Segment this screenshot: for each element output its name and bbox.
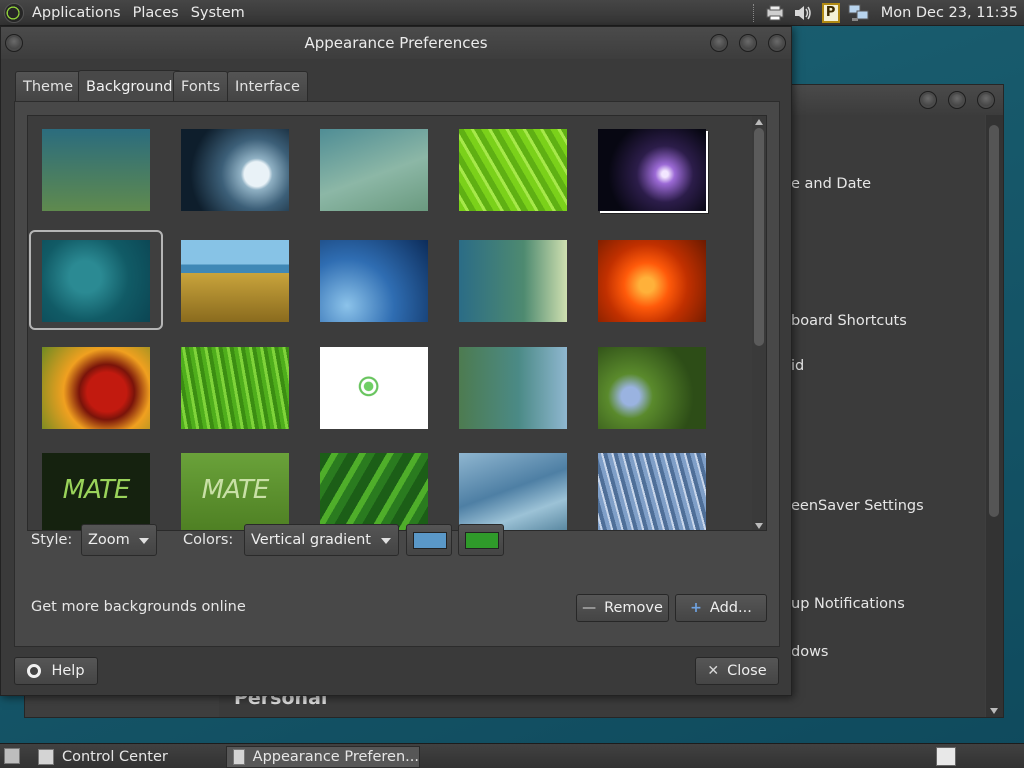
cc-item-popup-notifications[interactable]: up Notifications [791, 596, 905, 612]
wallpaper-orange-flower[interactable] [598, 240, 706, 322]
style-combo[interactable]: Zoom [81, 524, 157, 556]
wallpaper-soft-teal-waves[interactable] [320, 129, 428, 211]
primary-color-button[interactable] [406, 524, 452, 556]
task-appearance-label: Appearance Preferen... [252, 749, 419, 765]
wallpaper-teal-smoke[interactable] [42, 240, 150, 322]
tab-background[interactable]: Background [78, 70, 181, 102]
add-button[interactable]: + Add... [675, 594, 767, 622]
close-button-label: Close [727, 663, 767, 679]
workspace-switcher[interactable] [936, 747, 956, 766]
secondary-color-swatch [465, 532, 499, 549]
cc-item-keyboard-shortcuts[interactable]: board Shortcuts [791, 313, 907, 329]
colors-combo-value: Vertical gradient [251, 532, 371, 548]
style-label: Style: [31, 532, 73, 548]
add-button-label: Add... [709, 600, 752, 616]
wallpaper-grid-scrollbar-thumb[interactable] [754, 128, 764, 346]
primary-color-swatch [413, 532, 447, 549]
show-desktop-icon[interactable] [4, 748, 20, 764]
wallpaper-green-leaves-drops[interactable] [320, 453, 428, 530]
panel-end [1002, 744, 1024, 768]
colors-label: Colors: [183, 532, 234, 548]
cc-item-time-and-date[interactable]: e and Date [791, 176, 871, 192]
clock[interactable]: Mon Dec 23, 11:35 [873, 5, 1024, 21]
appearance-preferences-window: Appearance Preferences Theme Background … [0, 26, 792, 696]
remove-button-label: Remove [604, 600, 663, 616]
system-menu[interactable]: System [185, 0, 251, 26]
wallpaper-golden-grass[interactable] [181, 240, 289, 322]
wallpaper-comet-space[interactable] [598, 129, 706, 211]
help-button-label: Help [51, 663, 85, 679]
remove-button[interactable]: — Remove [576, 594, 669, 622]
appearance-titlebar[interactable]: Appearance Preferences [1, 27, 791, 59]
wallpaper-ladybug-flowers[interactable] [598, 347, 706, 429]
minimize-icon[interactable] [710, 34, 728, 52]
network-icon[interactable] [848, 3, 870, 23]
p-badge-glyph: P [821, 2, 840, 23]
window-title: Appearance Preferences [304, 34, 488, 52]
wallpaper-green-grass[interactable] [181, 347, 289, 429]
places-menu[interactable]: Places [127, 0, 185, 26]
close-x-icon: ✕ [707, 663, 720, 679]
mate-logo-icon [4, 2, 24, 23]
scroll-down-icon[interactable] [755, 523, 763, 529]
task-control-center-label: Control Center [62, 749, 168, 765]
close-icon[interactable] [768, 34, 786, 52]
tab-theme[interactable]: Theme [15, 71, 82, 101]
task-control-center[interactable]: Control Center [32, 746, 222, 768]
wallpaper-grid[interactable]: MATE MATE [27, 115, 767, 531]
applications-menu[interactable]: Applications [0, 0, 127, 26]
wallpaper-red-marigold[interactable] [42, 347, 150, 429]
volume-icon[interactable] [792, 3, 814, 23]
wallpaper-mate-logo-white[interactable] [320, 347, 428, 429]
applications-menu-label: Applications [32, 4, 121, 21]
cc-item-keyboard[interactable]: id [791, 358, 804, 374]
tab-interface[interactable]: Interface [227, 71, 308, 101]
wallpaper-blue-grass-abstract[interactable] [598, 453, 706, 530]
chevron-down-icon [139, 538, 149, 544]
secondary-color-button[interactable] [458, 524, 504, 556]
wallpaper-teal-dots[interactable] [459, 240, 567, 322]
wallpaper-mate-dark[interactable]: MATE [42, 453, 150, 530]
minimize-icon[interactable] [919, 91, 937, 109]
scroll-up-icon[interactable] [755, 119, 763, 125]
cc-item-windows[interactable]: dows [791, 644, 829, 660]
wallpaper-blue-bubbles[interactable] [320, 240, 428, 322]
tab-fonts[interactable]: Fonts [173, 71, 229, 101]
help-button[interactable]: Help [14, 657, 98, 685]
control-center-scrollbar-thumb[interactable] [989, 125, 999, 517]
get-more-backgrounds-link[interactable]: Get more backgrounds online [31, 599, 246, 615]
colors-combo[interactable]: Vertical gradient [244, 524, 399, 556]
minus-icon: — [582, 600, 597, 616]
help-icon [27, 664, 42, 678]
wallpaper-blue-curves[interactable] [459, 453, 567, 530]
wallpaper-green-leaf[interactable] [459, 129, 567, 211]
scroll-down-icon[interactable] [990, 708, 998, 714]
p-badge-icon[interactable]: P [820, 2, 842, 23]
wallpaper-logo-text: MATE [201, 475, 270, 505]
wallpaper-logo-text: MATE [62, 475, 131, 505]
wallpaper-water-drop[interactable] [181, 129, 289, 211]
cc-item-screensaver-settings[interactable]: eenSaver Settings [791, 498, 924, 514]
control-center-scrollbar[interactable] [986, 115, 1003, 717]
network-printer-icon[interactable] [764, 3, 786, 23]
wallpaper-grid-scrollbar[interactable] [752, 116, 766, 530]
tray-separator [752, 3, 755, 22]
wallpaper-teal-green-wave[interactable] [459, 347, 567, 429]
background-tab-pane: MATE MATE Style: Zoom Colors: Vertical gr… [14, 101, 780, 647]
wallpaper-mate-green[interactable]: MATE [181, 453, 289, 530]
top-panel: Applications Places System P Mon Dec 23,… [0, 0, 1024, 26]
maximize-icon[interactable] [948, 91, 966, 109]
plus-icon: + [690, 600, 702, 616]
task-appearance-preferences[interactable]: Appearance Preferen... [226, 746, 420, 768]
close-button[interactable]: ✕ Close [695, 657, 779, 685]
style-combo-value: Zoom [88, 532, 130, 548]
chevron-down-icon [381, 538, 391, 544]
maximize-icon[interactable] [739, 34, 757, 52]
window-menu-icon[interactable] [5, 34, 23, 52]
wallpaper-gradient-teal-olive[interactable] [42, 129, 150, 211]
close-icon[interactable] [977, 91, 995, 109]
bottom-panel: Control Center Appearance Preferen... [0, 743, 1024, 768]
appearance-icon [233, 749, 245, 765]
control-center-icon [38, 749, 54, 765]
